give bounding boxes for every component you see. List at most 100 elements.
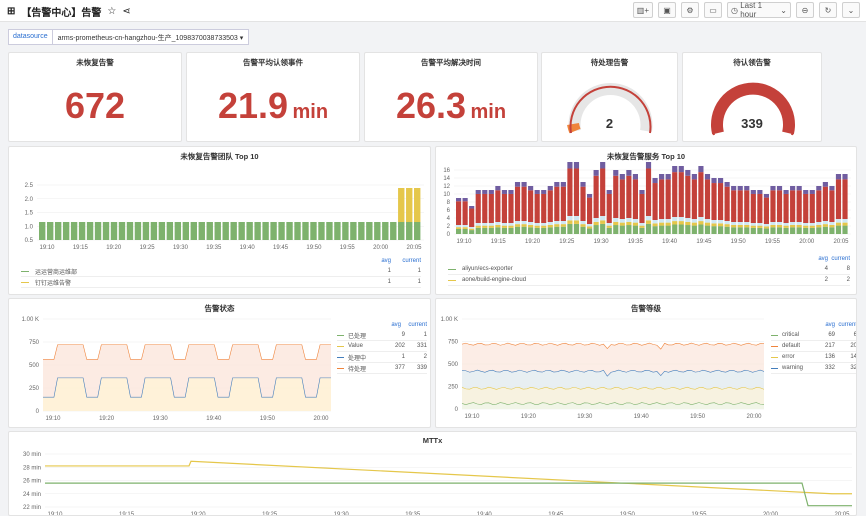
legend-item[interactable]: 已处理 9 1 (337, 330, 427, 341)
bar-segment (822, 221, 828, 225)
zoom-out-button[interactable]: ⊖ (796, 2, 814, 18)
legend-item[interactable]: error 136 14 (771, 352, 856, 363)
bar (294, 222, 301, 240)
share-icon[interactable]: ⋖ (122, 6, 130, 17)
refresh-button[interactable]: ↻ (819, 2, 837, 18)
bar-segment (750, 225, 756, 228)
line-series (45, 460, 852, 495)
bar-segment (652, 178, 658, 184)
bar-segment (593, 225, 599, 234)
bar (190, 222, 197, 240)
bar-segment (704, 222, 711, 226)
refresh-interval-button[interactable]: ⌄ (842, 2, 860, 18)
bar-segment (783, 193, 789, 223)
y-tick-label: 24 min (23, 492, 41, 498)
bar (54, 222, 62, 240)
bar-segment (691, 179, 697, 219)
x-tick-label: 19:55 (765, 239, 781, 245)
bar-segment (482, 193, 488, 223)
bar-segment (600, 220, 606, 224)
bar (310, 222, 317, 240)
legend-item[interactable]: 处理中 1 2 (337, 352, 427, 363)
legend-item[interactable]: aliyun/ecs-exporter 4 8 (448, 264, 850, 275)
x-tick-label: 19:45 (273, 245, 289, 251)
legend-level: avg current critical 69 6 default 217 20 error 1… (771, 319, 857, 374)
legend-current: 339 (416, 365, 427, 371)
bar-segment (757, 225, 763, 228)
bar-segment (521, 224, 527, 227)
bar-segment (587, 228, 593, 234)
tv-mode-button[interactable]: ▭ (704, 2, 722, 18)
time-picker-button[interactable]: ◷ Last 1 hour ⌄ (727, 1, 791, 19)
save-button[interactable]: ▣ (658, 2, 676, 18)
bar-segment (685, 170, 691, 176)
bar (70, 222, 78, 240)
bar (222, 222, 229, 240)
bar-segment (750, 223, 756, 226)
x-tick-label: 19:50 (306, 245, 322, 251)
dashboard-grid-icon[interactable]: ⊞ (7, 6, 15, 17)
bar-segment (475, 225, 481, 228)
x-tick-label: 19:25 (140, 245, 156, 251)
settings-button[interactable]: ⚙ (681, 2, 699, 18)
bar-segment (790, 186, 796, 191)
legend-team: avg current 运运营商运维部 1 1 钉钉运维告警 1 1 (21, 255, 421, 288)
bar-segment (521, 186, 527, 221)
bar-segment (698, 166, 704, 173)
bar-segment (842, 179, 848, 219)
panel-title: 告警平均解决时间 (421, 58, 481, 67)
legend-swatch (771, 367, 778, 369)
bar-segment (501, 190, 507, 194)
bar-segment (639, 227, 645, 234)
bar-segment (632, 219, 638, 223)
bar (230, 222, 237, 240)
add-panel-button[interactable]: ▥+ (632, 2, 653, 18)
legend-avg: 1 (401, 354, 405, 360)
star-icon[interactable]: ☆ (107, 6, 116, 17)
bar-segment (482, 227, 488, 234)
bar-segment (534, 223, 540, 226)
bar (214, 222, 221, 240)
legend-item[interactable]: critical 69 6 (771, 330, 856, 341)
y-tick-label: 0 (447, 232, 451, 238)
bar-segment (456, 198, 462, 202)
bar-segment (580, 226, 586, 234)
legend-avg: 1 (387, 268, 391, 274)
bar-segment (606, 227, 612, 234)
bar-segment (639, 223, 645, 226)
bar-segment (718, 220, 724, 224)
bar (414, 188, 421, 222)
legend-item[interactable]: default 217 20 (771, 341, 857, 352)
bar-segment (606, 190, 612, 194)
bar-segment (560, 221, 566, 225)
bar-segment (691, 225, 697, 234)
dashboard-title[interactable]: 【告警中心】告警 (21, 4, 101, 19)
bar-segment (776, 224, 783, 228)
variable-select[interactable]: arms-prometheus-cn-hangzhou-生产_109837003… (52, 29, 250, 45)
line-series (45, 482, 852, 507)
bar (366, 222, 373, 240)
stat-value-wrap: 21.9 min (187, 85, 359, 127)
legend-item[interactable]: aone/build-engine-cloud 2 2 (448, 275, 850, 286)
legend-label: default (782, 343, 801, 349)
bar-segment (678, 172, 684, 217)
legend-swatch (21, 270, 29, 272)
legend-item[interactable]: warning 332 32 (771, 363, 856, 374)
legend-label: 运运营商运维部 (35, 269, 78, 276)
legend-avg: 136 (824, 354, 835, 360)
legend-item[interactable]: 钉钉运维告警 1 1 (21, 277, 421, 288)
legend-item[interactable]: 运运营商运维部 1 1 (21, 266, 421, 277)
y-tick-label: 1.0 (25, 224, 34, 230)
bar-segment (724, 221, 730, 225)
bar-segment (678, 224, 684, 234)
legend-item[interactable]: Value 202 331 (337, 341, 427, 352)
bar-segment (711, 220, 717, 224)
bar-segment (626, 225, 632, 234)
variable-datasource[interactable]: datasource arms-prometheus-cn-hangzhou-生… (8, 29, 250, 45)
legend-item[interactable]: 待处理 377 339 (337, 363, 427, 374)
bar-segment (737, 224, 743, 228)
bar-segment (816, 190, 822, 222)
bar-segment (757, 190, 763, 194)
bar-segment (691, 222, 697, 226)
legend-current: 20 (850, 343, 857, 349)
